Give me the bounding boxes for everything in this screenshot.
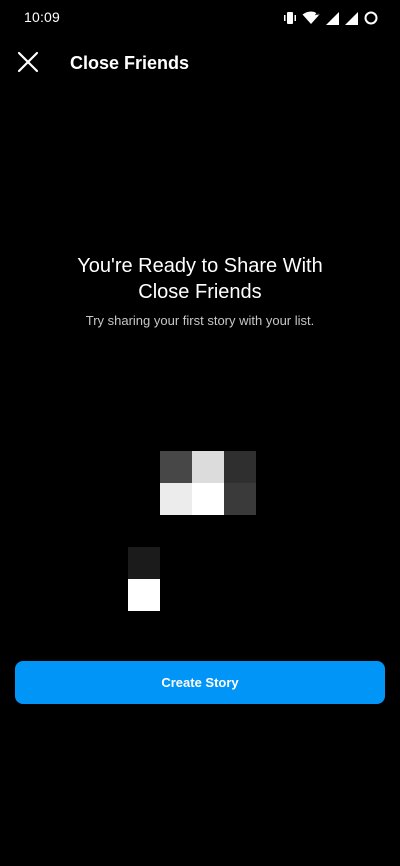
empty-state-message: You're Ready to Share With Close Friends… xyxy=(0,253,400,328)
illustration-pixel xyxy=(192,451,224,483)
vibrate-icon xyxy=(284,11,296,25)
status-icons xyxy=(284,9,378,27)
close-icon xyxy=(17,51,39,78)
status-time: 10:09 xyxy=(24,9,61,25)
illustration-pixel xyxy=(160,451,192,483)
signal-icon xyxy=(326,11,339,25)
close-button[interactable] xyxy=(10,46,46,82)
illustration-pixel xyxy=(128,547,160,579)
illustration-pixel xyxy=(224,451,256,483)
status-bar: 10:09 xyxy=(0,0,400,36)
page-title: Close Friends xyxy=(70,53,190,73)
create-story-button[interactable]: Create Story xyxy=(15,661,385,704)
message-title: You're Ready to Share With Close Friends xyxy=(77,255,323,303)
illustration-pixel xyxy=(128,579,160,611)
illustration-pixel xyxy=(160,483,192,515)
message-subtitle: Try sharing your first story with your l… xyxy=(85,313,315,328)
illustration-pixel xyxy=(224,483,256,515)
header: Close Friends xyxy=(0,40,400,88)
battery-circle-icon xyxy=(364,11,378,25)
signal-icon xyxy=(345,11,358,25)
wifi-icon xyxy=(302,11,320,25)
illustration-pixel xyxy=(192,483,224,515)
